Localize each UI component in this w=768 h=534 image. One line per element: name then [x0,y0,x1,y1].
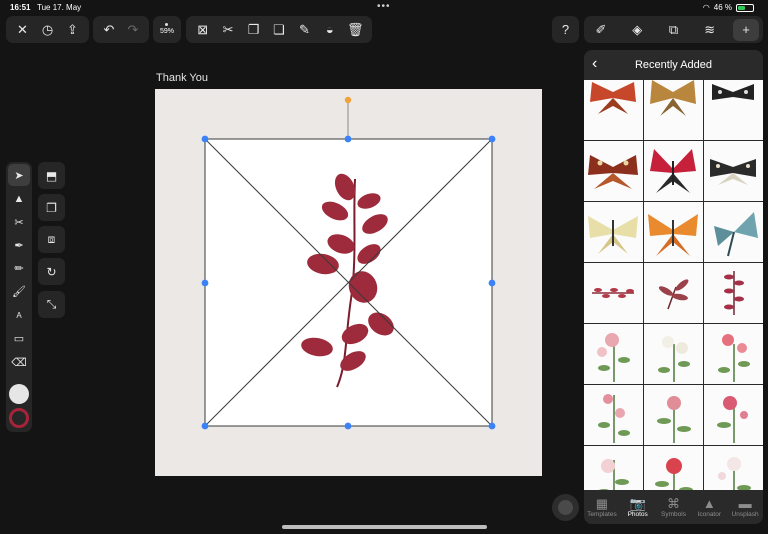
quick-action-button[interactable] [552,494,579,521]
pen-tool-icon[interactable]: ✒ [8,234,30,256]
photo-thumbnail[interactable] [584,141,643,201]
photo-thumbnail[interactable] [704,446,763,490]
resize-handle[interactable] [488,279,496,287]
photo-thumbnail[interactable] [584,446,643,490]
rocket-icon: ▲ [702,496,716,511]
photo-thumbnail[interactable] [704,324,763,384]
brush-tool-icon[interactable]: 🖌 [8,280,30,302]
repeat-icon[interactable]: ↻ [38,258,65,285]
back-chevron-icon[interactable]: ‹ [592,55,597,73]
unsplash-icon: ▬ [738,496,752,511]
photo-thumbnail[interactable] [644,385,703,445]
resize-handle[interactable] [201,279,209,287]
photo-thumbnail[interactable] [584,385,643,445]
photo-thumbnail[interactable] [644,324,703,384]
photo-thumbnail[interactable] [704,141,763,201]
resize-handle[interactable] [344,422,352,430]
fill-color-swatch[interactable] [9,384,29,404]
camera-icon: 📷 [629,496,646,511]
photo-thumbnail[interactable] [644,141,703,201]
clip-icon[interactable]: ⬒ [38,162,65,189]
photo-thumbnail[interactable] [584,202,643,262]
photo-thumbnail[interactable] [644,80,703,140]
resize-handle[interactable] [344,135,352,143]
photo-grid [584,80,763,490]
panel-tab-bar: ▦ Templates 📷 Photos ⌘ Symbols ▲ Iconator ▬ U… [584,490,763,524]
templates-icon: ▦ [595,496,609,511]
stroke-color-swatch[interactable] [9,408,29,428]
tab-templates[interactable]: ▦ Templates [584,490,620,524]
photo-thumbnail[interactable] [704,80,763,140]
resize-icon[interactable]: ⤡ [38,291,65,318]
tab-unsplash[interactable]: ▬ Unsplash [727,490,763,524]
import-panel: ‹ Recently Added ▦ Templates 📷 Photos ⌘ … [584,50,763,524]
tool-palette: ➤ ▲ ✂ ✒ ✏ 🖌 A ▭ ⌫ [6,162,32,432]
rectangle-tool-icon[interactable]: ▭ [8,327,30,349]
mask-icon[interactable]: ⧈ [38,226,65,253]
photo-thumbnail[interactable] [644,263,703,323]
eraser-tool-icon[interactable]: ⌫ [8,351,30,373]
resize-handle[interactable] [201,135,209,143]
scissors-tool-icon[interactable]: ✂ [8,211,30,233]
photo-thumbnail[interactable] [704,263,763,323]
photo-thumbnail[interactable] [704,202,763,262]
resize-handle[interactable] [488,422,496,430]
duplicate-icon[interactable]: ❐ [38,194,65,221]
resize-handle[interactable] [488,135,496,143]
photo-thumbnail[interactable] [644,202,703,262]
photo-thumbnail[interactable] [584,263,643,323]
text-tool-icon[interactable]: A [8,304,30,326]
tab-photos[interactable]: 📷 Photos [620,490,656,524]
photo-thumbnail[interactable] [644,446,703,490]
photo-thumbnail[interactable] [704,385,763,445]
photo-thumbnail[interactable] [584,80,643,140]
panel-title: Recently Added [634,59,713,71]
home-indicator[interactable] [282,525,487,529]
command-icon: ⌘ [666,496,680,511]
select-tool-icon[interactable]: ➤ [8,164,30,186]
direct-select-tool-icon[interactable]: ▲ [8,188,30,210]
rotate-handle[interactable] [344,96,352,104]
tab-iconator[interactable]: ▲ Iconator [691,490,727,524]
panel-header: ‹ Recently Added [584,50,763,80]
resize-handle[interactable] [201,422,209,430]
pencil-tool-icon[interactable]: ✏ [8,257,30,279]
photo-thumbnail[interactable] [584,324,643,384]
tab-symbols[interactable]: ⌘ Symbols [656,490,692,524]
